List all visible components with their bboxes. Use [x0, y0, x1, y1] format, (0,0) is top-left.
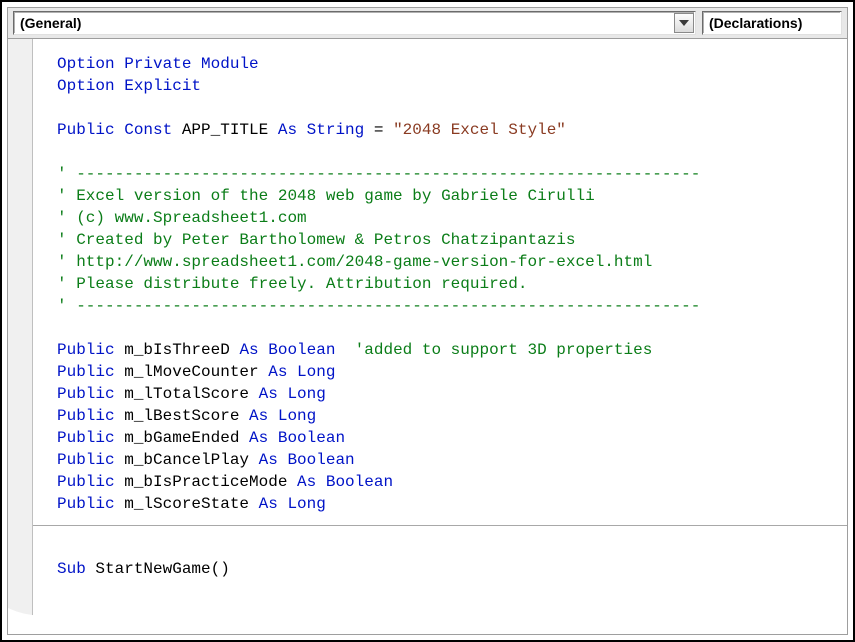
code-identifier: m_bIsThreeD: [115, 341, 240, 359]
code-identifier: m_bIsPracticeMode: [115, 473, 297, 491]
code-comment: ' http://www.spreadsheet1.com/2048-game-…: [57, 253, 652, 271]
code-keyword: Explicit: [124, 77, 201, 95]
object-dropdown[interactable]: (General): [13, 11, 696, 35]
code-keyword: Public: [57, 363, 115, 381]
code-identifier: m_lScoreState: [115, 495, 259, 513]
code-keyword: As Long: [259, 385, 326, 403]
code-keyword: Option Private Module: [57, 55, 259, 73]
code-identifier: APP_TITLE: [172, 121, 278, 139]
code-pane[interactable]: Option Private Module Option Explicit Pu…: [33, 39, 847, 634]
code-comment: ' Please distribute freely. Attribution …: [57, 275, 527, 293]
code-keyword: Public: [57, 385, 115, 403]
code-keyword: As Boolean: [249, 429, 345, 447]
code-string: "2048 Excel Style": [393, 121, 566, 139]
code-identifier: m_lMoveCounter: [115, 363, 269, 381]
dropdown-toolbar: (General) (Declarations): [8, 8, 847, 38]
code-op: =: [364, 121, 393, 139]
code-identifier: m_lBestScore: [115, 407, 249, 425]
code-keyword: Public: [57, 429, 115, 447]
code-keyword: Public: [57, 341, 115, 359]
code-keyword: As String: [278, 121, 364, 139]
object-dropdown-button[interactable]: [674, 13, 694, 33]
editor-area: Option Private Module Option Explicit Pu…: [8, 38, 847, 634]
procedure-dropdown-value: (Declarations): [703, 15, 808, 31]
editor-frame: (General) (Declarations) Option Private …: [7, 7, 848, 635]
chevron-down-icon: [679, 20, 689, 26]
code-identifier: m_lTotalScore: [115, 385, 259, 403]
code-keyword: Public: [57, 495, 115, 513]
code-comment: ' Created by Peter Bartholomew & Petros …: [57, 231, 575, 249]
code-identifier: m_bCancelPlay: [115, 451, 259, 469]
code-comment: ' (c) www.Spreadsheet1.com: [57, 209, 307, 227]
code-keyword: Option: [57, 77, 115, 95]
code-keyword: As Boolean: [259, 451, 355, 469]
code-keyword: Public: [57, 407, 115, 425]
code-comment: 'added to support 3D properties: [335, 341, 652, 359]
code-comment: ' --------------------------------------…: [57, 297, 700, 315]
code-comment: ' Excel version of the 2048 web game by …: [57, 187, 595, 205]
procedure-separator: [33, 525, 847, 526]
code-keyword: As Long: [249, 407, 316, 425]
code-keyword: As Long: [268, 363, 335, 381]
code-keyword: As Boolean: [297, 473, 393, 491]
vba-editor-window: (General) (Declarations) Option Private …: [0, 0, 855, 642]
procedure-dropdown[interactable]: (Declarations): [702, 11, 842, 35]
code-comment: ' --------------------------------------…: [57, 165, 700, 183]
object-dropdown-value: (General): [14, 15, 87, 31]
code-keyword: Public: [57, 451, 115, 469]
code-keyword: Public Const: [57, 121, 172, 139]
code-keyword: Sub: [57, 560, 86, 578]
code-keyword: As Boolean: [239, 341, 335, 359]
code-identifier: StartNewGame(): [86, 560, 230, 578]
code-keyword: As Long: [259, 495, 326, 513]
code-identifier: m_bGameEnded: [115, 429, 249, 447]
margin-gutter: [8, 39, 33, 634]
code-keyword: Public: [57, 473, 115, 491]
